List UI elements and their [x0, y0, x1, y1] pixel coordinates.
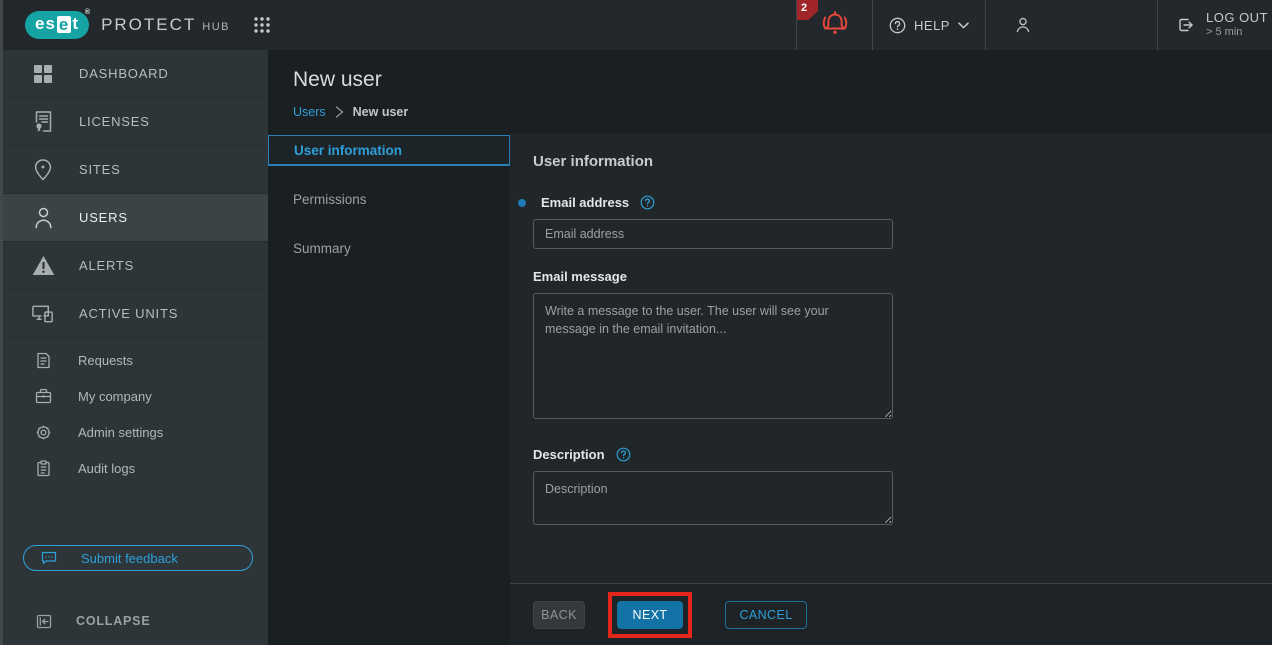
- sidebar-item-alerts[interactable]: ALERTS: [3, 242, 268, 290]
- cancel-button[interactable]: CANCEL: [725, 601, 807, 629]
- app-grid-icon[interactable]: [252, 15, 272, 35]
- email-address-input[interactable]: [533, 219, 893, 249]
- email-help-icon[interactable]: [640, 195, 655, 210]
- chevron-down-icon: [958, 22, 969, 29]
- clipboard-icon: [35, 460, 52, 477]
- notifications-button[interactable]: 2: [796, 0, 872, 50]
- sidebar-item-label: Audit logs: [78, 461, 135, 476]
- description-help-icon[interactable]: [616, 447, 631, 462]
- logout-text: LOG OUT > 5 min: [1206, 10, 1268, 40]
- sidebar-item-label: Requests: [78, 353, 133, 368]
- sidebar-item-label: ACTIVE UNITS: [79, 306, 178, 321]
- sidebar-item-admin-settings[interactable]: Admin settings: [3, 414, 268, 450]
- sidebar-bottom: Submit feedback COLLAPSE: [3, 545, 268, 645]
- description-textarea[interactable]: [533, 471, 893, 525]
- topbar: eset ® PROTECT HUB 2: [3, 0, 1272, 50]
- collapse-icon: [36, 614, 52, 629]
- form-panel: User information Email address: [510, 133, 1272, 645]
- breadcrumb-current: New user: [353, 105, 409, 119]
- email-label: Email address: [541, 195, 629, 210]
- person-icon: [31, 206, 55, 229]
- briefcase-icon: [35, 388, 52, 404]
- email-message-label: Email message: [533, 269, 627, 284]
- email-label-row: Email address: [533, 195, 1272, 210]
- next-button[interactable]: NEXT: [617, 601, 683, 629]
- breadcrumb: Users New user: [293, 105, 1272, 119]
- account-button[interactable]: [985, 0, 1157, 50]
- sidebar-item-label: SITES: [79, 162, 121, 177]
- sidebar: DASHBOARD LICENSES SITES: [3, 50, 268, 645]
- wizard-step-nav: User information Permissions Summary: [268, 133, 510, 645]
- collapse-label: COLLAPSE: [76, 614, 150, 628]
- wizard-footer: BACK NEXT CANCEL: [510, 583, 1272, 645]
- submit-feedback-button[interactable]: Submit feedback: [23, 545, 253, 571]
- sidebar-item-audit-logs[interactable]: Audit logs: [3, 450, 268, 486]
- step-permissions[interactable]: Permissions: [268, 183, 510, 215]
- description-label-row: Description: [533, 447, 1272, 462]
- sidebar-item-active-units[interactable]: ACTIVE UNITS: [3, 290, 268, 338]
- location-pin-icon: [31, 158, 55, 182]
- logo-text-mid: e: [57, 16, 71, 33]
- sidebar-item-licenses[interactable]: LICENSES: [3, 98, 268, 146]
- sidebar-item-label: My company: [78, 389, 152, 404]
- content-row: User information Permissions Summary Use…: [268, 133, 1272, 645]
- eset-logo: eset ®: [25, 11, 89, 39]
- logout-timer: > 5 min: [1206, 26, 1268, 40]
- sidebar-item-dashboard[interactable]: DASHBOARD: [3, 50, 268, 98]
- step-summary[interactable]: Summary: [268, 232, 510, 264]
- sidebar-item-requests[interactable]: Requests: [3, 342, 268, 378]
- help-menu[interactable]: HELP: [872, 0, 985, 50]
- logout-label: LOG OUT: [1206, 10, 1268, 26]
- feedback-label: Submit feedback: [81, 551, 178, 566]
- license-certificate-icon: [31, 110, 55, 133]
- logo-text-left: es: [35, 14, 56, 34]
- page-header: New user Users New user: [268, 50, 1272, 133]
- back-button[interactable]: BACK: [533, 601, 585, 629]
- email-message-textarea[interactable]: [533, 293, 893, 419]
- sidebar-item-my-company[interactable]: My company: [3, 378, 268, 414]
- description-label: Description: [533, 447, 605, 462]
- message-label-row: Email message: [533, 269, 1272, 284]
- page-title: New user: [293, 68, 1272, 92]
- dashboard-grid-icon: [31, 63, 55, 85]
- sidebar-item-label: ALERTS: [79, 258, 134, 273]
- notification-bell-icon: [816, 9, 854, 41]
- document-icon: [35, 352, 52, 369]
- brand-area: eset ® PROTECT HUB: [3, 0, 796, 50]
- feedback-bubble-icon: [41, 551, 57, 565]
- breadcrumb-users-link[interactable]: Users: [293, 105, 326, 119]
- registered-mark: ®: [85, 9, 91, 16]
- logout-icon: [1176, 15, 1196, 35]
- sidebar-item-users[interactable]: USERS: [3, 194, 268, 242]
- chevron-right-icon: [335, 106, 344, 118]
- app-window: eset ® PROTECT HUB 2: [0, 0, 1272, 645]
- help-label: HELP: [914, 18, 950, 33]
- collapse-button[interactable]: COLLAPSE: [3, 599, 268, 643]
- sidebar-item-label: DASHBOARD: [79, 66, 169, 81]
- product-name: PROTECT: [101, 15, 196, 35]
- sidebar-item-label: LICENSES: [79, 114, 150, 129]
- step-user-information[interactable]: User information: [268, 135, 510, 166]
- warning-triangle-icon: [31, 255, 55, 276]
- user-avatar-icon: [1014, 16, 1032, 34]
- form-section-heading: User information: [533, 153, 1272, 170]
- logo-text-right: t: [72, 14, 79, 34]
- sidebar-item-label: Admin settings: [78, 425, 163, 440]
- main-content: New user Users New user User information…: [268, 50, 1272, 645]
- gear-icon: [35, 424, 52, 441]
- sidebar-item-label: USERS: [79, 210, 128, 225]
- logout-button[interactable]: LOG OUT > 5 min: [1157, 0, 1272, 50]
- topbar-actions: 2: [796, 0, 1272, 50]
- help-circle-icon: [889, 17, 906, 34]
- product-suffix: HUB: [202, 21, 230, 33]
- required-dot: [518, 199, 526, 207]
- sidebar-item-sites[interactable]: SITES: [3, 146, 268, 194]
- user-information-form: User information Email address: [510, 133, 1272, 583]
- devices-icon: [31, 303, 55, 325]
- annotation-highlight: NEXT: [608, 592, 692, 638]
